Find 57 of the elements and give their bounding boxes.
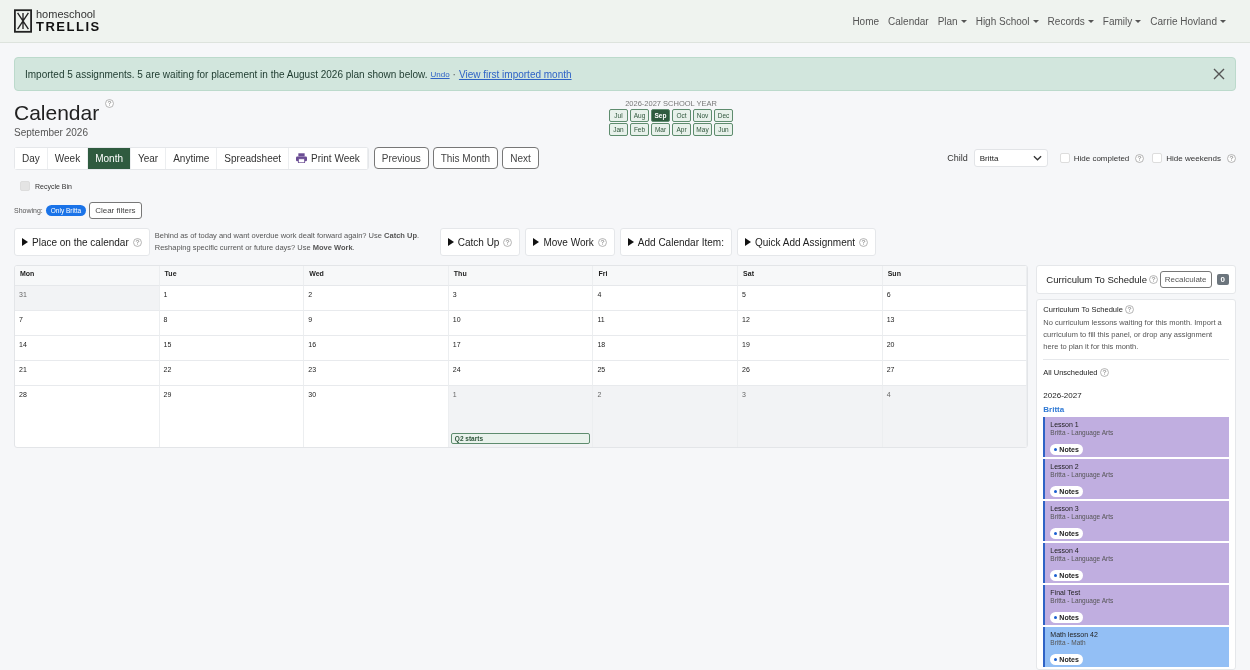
expand-triangle-icon: [447, 238, 454, 246]
checkbox[interactable]: [1059, 153, 1070, 163]
nav-link[interactable]: High School: [975, 15, 1039, 27]
sidebar-title: Curriculum To Schedule: [1046, 274, 1147, 285]
recycle-bin-checkbox[interactable]: [20, 181, 30, 191]
help-icon[interactable]: [1124, 305, 1134, 314]
brand-name[interactable]: homeschool: [36, 9, 101, 20]
close-icon[interactable]: [1213, 68, 1225, 80]
expandable-panel[interactable]: Move Work: [525, 228, 615, 256]
child-label: Child: [947, 153, 968, 163]
help-icon[interactable]: [503, 237, 513, 247]
logo-icon[interactable]: [14, 9, 32, 33]
year-heading: 2026-2027: [1043, 391, 1083, 400]
expandable-panel[interactable]: Catch Up: [439, 228, 521, 256]
brand-name[interactable]: TRELLIS: [36, 20, 101, 33]
help-icon[interactable]: [105, 99, 115, 108]
navigation-button[interactable]: Next: [502, 147, 539, 169]
navigation-button[interactable]: This Month: [432, 147, 499, 169]
checkbox-label: Hide completed: [1073, 153, 1130, 163]
help-icon[interactable]: [597, 237, 607, 247]
expand-triangle-icon: [22, 238, 28, 246]
expand-triangle-icon: [627, 238, 634, 246]
help-icon[interactable]: [1149, 275, 1158, 284]
page-title: Calendar: [14, 101, 100, 125]
help-icon[interactable]: [1135, 153, 1145, 163]
expandable-panel[interactable]: Add Calendar Item:: [619, 228, 732, 256]
help-icon[interactable]: [1227, 153, 1236, 163]
help-icon[interactable]: [132, 237, 142, 247]
nav-link[interactable]: Carrie Hovland: [1150, 15, 1226, 27]
alert-message: Imported 5 assignments. 5 are waiting for placement in the August 2026 plan shown below.: [25, 68, 428, 80]
chevron-icon: [1032, 155, 1042, 161]
help-icon[interactable]: [859, 237, 869, 247]
help-icon[interactable]: [1099, 368, 1109, 377]
recalculate-button[interactable]: Recalculate: [1159, 271, 1212, 288]
checkbox-label: Hide weekends: [1166, 153, 1221, 163]
month-subtitle: September 2026: [14, 127, 89, 138]
nav-link[interactable]: Family: [1102, 15, 1142, 27]
checkbox[interactable]: [1152, 153, 1163, 163]
navigation-button[interactable]: Previous: [373, 147, 429, 169]
clear-filters-button[interactable]: Clear filters: [89, 202, 142, 219]
view-tab[interactable]: Day: [15, 147, 48, 169]
nav-link[interactable]: Records: [1047, 15, 1094, 27]
view-tab[interactable]: Month: [88, 147, 131, 169]
nav-link[interactable]: Plan: [937, 15, 967, 27]
child-select[interactable]: Britta: [973, 149, 1048, 167]
child-heading: Britta: [1043, 405, 1066, 414]
undo-link[interactable]: Undo: [430, 69, 450, 79]
expand-triangle-icon: [745, 238, 751, 246]
nav-link[interactable]: Home: [852, 15, 880, 27]
expandable-panel[interactable]: Quick Add Assignment: [737, 228, 877, 256]
count-badge: 0: [1216, 274, 1229, 285]
printer-icon: [296, 153, 308, 163]
nav-link[interactable]: Calendar: [888, 15, 929, 27]
imported-month-link[interactable]: View first imported month: [458, 68, 572, 80]
expand-triangle-icon: [533, 238, 540, 246]
expandable-panel[interactable]: Place on the calendar: [14, 228, 150, 256]
separator-dot: ·: [452, 68, 456, 80]
